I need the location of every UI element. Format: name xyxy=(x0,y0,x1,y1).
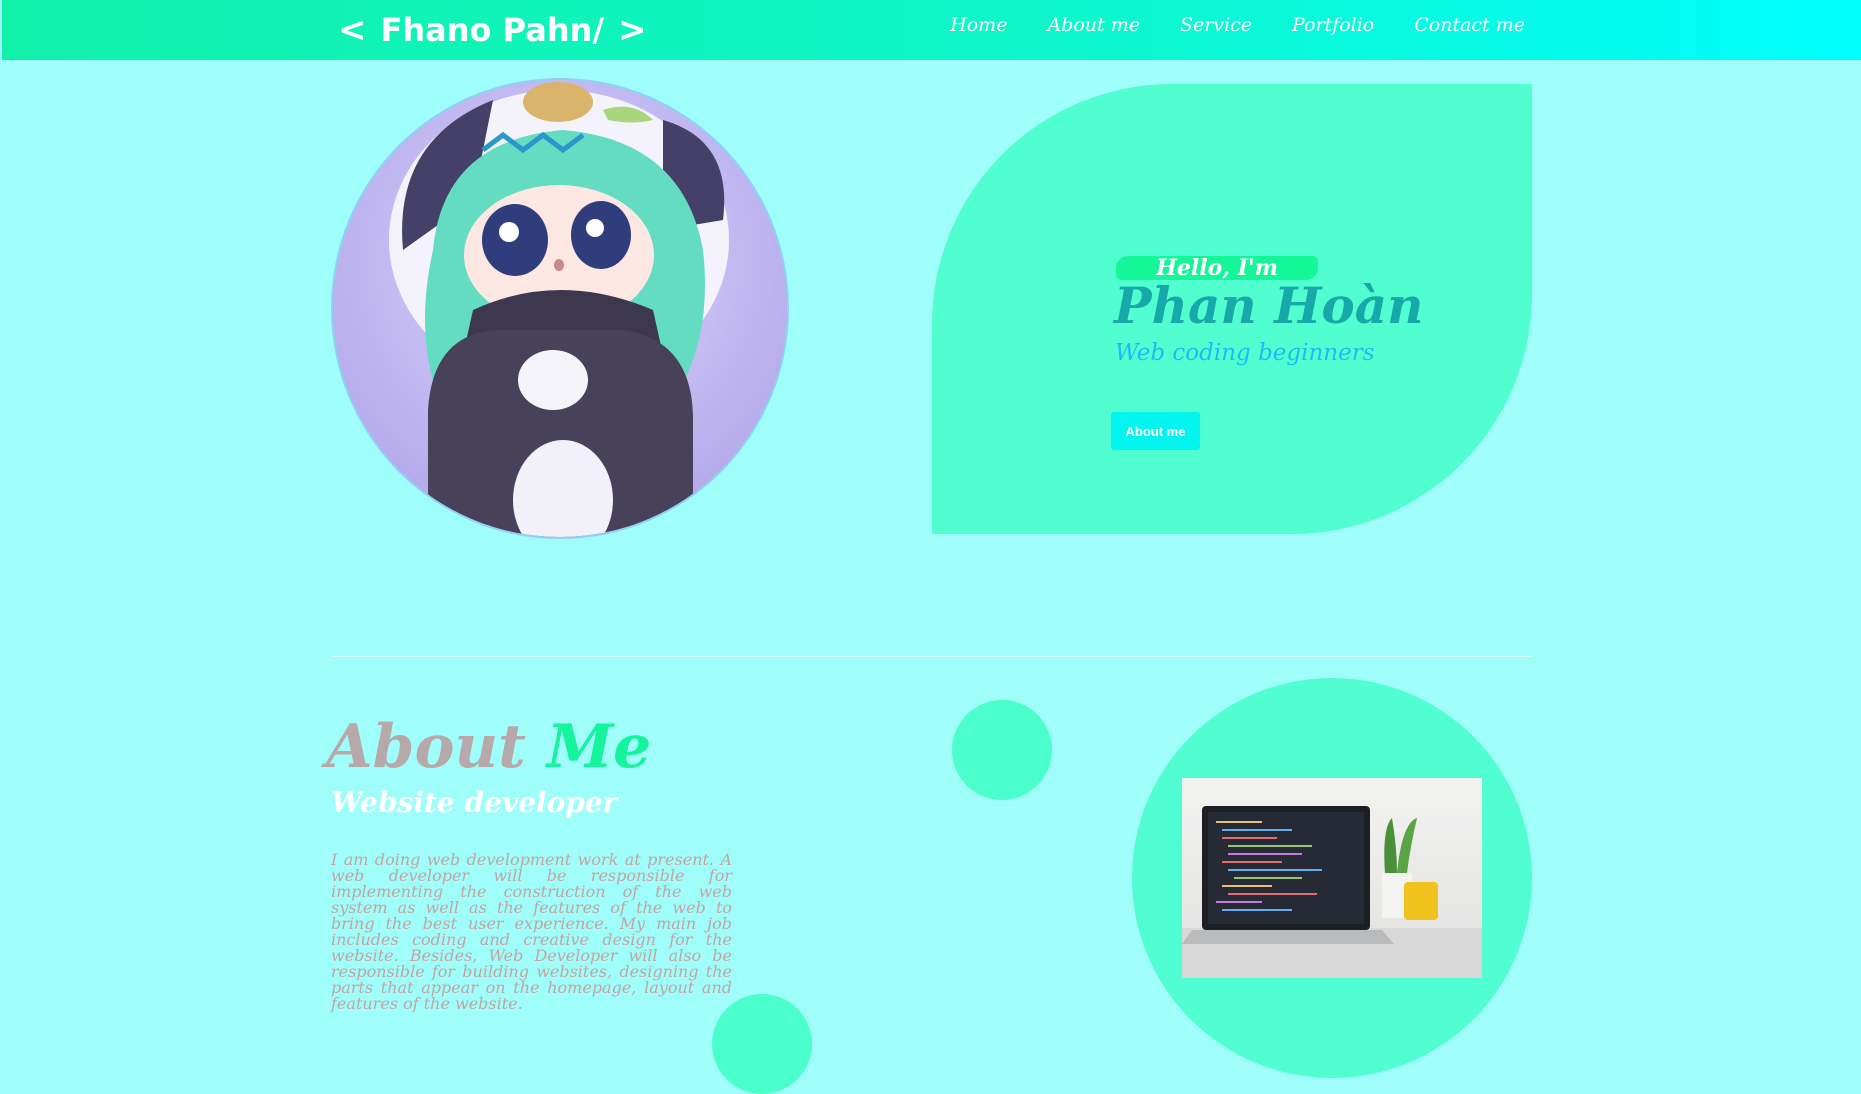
hero-subtitle: Web coding beginners xyxy=(1115,340,1375,366)
chevron-right-icon: > xyxy=(618,10,647,50)
laptop-photo xyxy=(1182,778,1482,978)
nav-home-link[interactable]: Home xyxy=(950,14,1007,36)
chevron-left-icon: < xyxy=(338,10,367,50)
decorative-circle xyxy=(712,994,812,1094)
nav-about-link[interactable]: About me xyxy=(1047,14,1140,36)
nav-menu: Home About me Service Portfolio Contact … xyxy=(950,14,1525,36)
section-divider xyxy=(331,656,1532,657)
about-heading: About Me xyxy=(326,712,651,782)
brand-name: Fhano Pahn/ xyxy=(380,11,605,49)
decorative-circle xyxy=(952,700,1052,800)
about-heading-word: About xyxy=(326,712,526,782)
profile-avatar-image xyxy=(331,78,789,539)
laptop-icon xyxy=(1182,806,1482,978)
nav-service-link[interactable]: Service xyxy=(1180,14,1252,36)
top-navbar: < Fhano Pahn/ > Home About me Service Po… xyxy=(2,0,1861,60)
about-heading-highlight: Me xyxy=(546,712,652,782)
brand-logo[interactable]: < Fhano Pahn/ > xyxy=(332,10,653,50)
about-description: I am doing web development work at prese… xyxy=(331,850,732,1013)
nav-contact-link[interactable]: Contact me xyxy=(1414,14,1525,36)
about-me-button[interactable]: About me xyxy=(1111,412,1200,450)
about-subtitle: Website developer xyxy=(331,786,618,819)
nav-portfolio-link[interactable]: Portfolio xyxy=(1292,14,1374,36)
hero-name: Phan Hoàn xyxy=(1114,276,1424,335)
anime-penguin-character-illustration xyxy=(389,82,729,537)
